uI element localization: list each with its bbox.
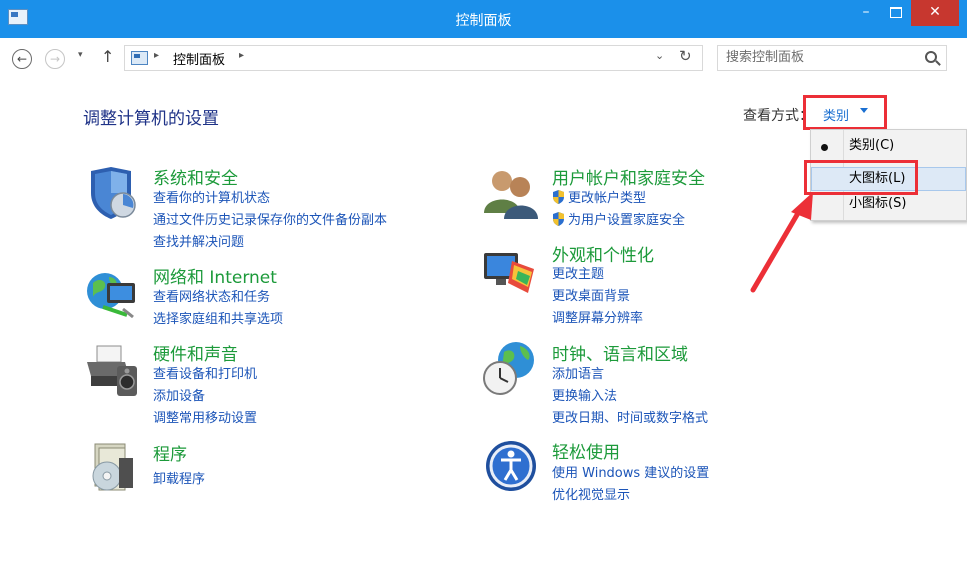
title-bar: 控制面板 – ✕ — [0, 0, 967, 38]
maximize-icon — [890, 6, 902, 18]
category-link[interactable]: 调整常用移动设置 — [153, 407, 257, 426]
category-title[interactable]: 系统和安全 — [153, 164, 238, 189]
category-link[interactable]: 更改帐户类型 — [552, 187, 646, 206]
printer-icon — [87, 345, 137, 396]
refresh-icon[interactable]: ↻ — [679, 47, 692, 65]
breadcrumb-separator-icon[interactable]: ▸ — [154, 50, 159, 61]
view-by-value: 类别 — [823, 109, 850, 124]
control-panel-icon — [131, 51, 148, 65]
menu-item-category[interactable]: 类别(C) — [811, 134, 966, 158]
category-link[interactable]: 选择家庭组和共享选项 — [153, 308, 283, 327]
clock-globe-icon — [483, 342, 534, 395]
category-title[interactable]: 时钟、语言和区域 — [552, 340, 688, 365]
category-title[interactable]: 轻松使用 — [552, 438, 620, 463]
network-icon — [87, 273, 135, 319]
up-button[interactable]: ↑ — [101, 47, 114, 66]
search-box[interactable] — [717, 45, 947, 71]
breadcrumb-separator-icon[interactable]: ▸ — [239, 50, 244, 61]
ease-of-access-icon — [486, 441, 536, 491]
category-link-text[interactable]: 为用户设置家庭安全 — [568, 213, 685, 228]
category-link[interactable]: 更改日期、时间或数字格式 — [552, 407, 708, 426]
view-by-dropdown[interactable]: 类别 — [803, 95, 887, 130]
address-dropdown-icon[interactable]: ⌄ — [655, 49, 664, 62]
search-input[interactable] — [726, 49, 916, 65]
navigation-bar: ← → ▾ ↑ ▸ 控制面板 ▸ ⌄ ↻ — [0, 38, 967, 78]
category-link[interactable]: 调整屏幕分辨率 — [552, 307, 643, 326]
close-button[interactable]: ✕ — [911, 0, 959, 26]
category-link[interactable]: 使用 Windows 建议的设置 — [552, 462, 709, 481]
category-link[interactable]: 添加语言 — [552, 363, 604, 382]
uac-shield-icon — [553, 212, 564, 226]
programs-icon — [92, 443, 133, 491]
category-link[interactable]: 为用户设置家庭安全 — [552, 209, 685, 228]
breadcrumb-control-panel[interactable]: 控制面板 — [173, 49, 225, 68]
category-link[interactable]: 查看网络状态和任务 — [153, 286, 270, 305]
shield-icon — [91, 167, 136, 219]
category-link[interactable]: 添加设备 — [153, 385, 205, 404]
annotation-arrow-icon — [750, 192, 813, 293]
category-link[interactable]: 查找并解决问题 — [153, 231, 244, 250]
address-bar[interactable]: ▸ 控制面板 ▸ ⌄ ↻ — [124, 45, 703, 71]
search-icon[interactable] — [925, 51, 937, 63]
category-link[interactable]: 卸载程序 — [153, 468, 205, 487]
minimize-button[interactable]: – — [851, 0, 881, 26]
category-link[interactable]: 查看你的计算机状态 — [153, 187, 270, 206]
category-title[interactable]: 程序 — [153, 440, 187, 465]
category-link[interactable]: 查看设备和打印机 — [153, 363, 257, 382]
uac-shield-icon — [553, 190, 564, 204]
page-title: 调整计算机的设置 — [83, 109, 219, 129]
back-button[interactable]: ← — [12, 49, 32, 69]
category-link-text[interactable]: 更改帐户类型 — [568, 191, 646, 206]
dropdown-arrow-icon — [860, 108, 868, 113]
category-link[interactable]: 优化视觉显示 — [552, 484, 630, 503]
category-title[interactable]: 网络和 Internet — [153, 263, 277, 288]
menu-item-label: 小图标(S) — [849, 196, 907, 211]
category-link[interactable]: 通过文件历史记录保存你的文件备份副本 — [153, 209, 387, 228]
maximize-button[interactable] — [881, 0, 911, 26]
category-title[interactable]: 用户帐户和家庭安全 — [552, 164, 705, 189]
category-link[interactable]: 更改主题 — [552, 263, 604, 282]
recent-locations-button[interactable]: ▾ — [78, 50, 83, 60]
category-title[interactable]: 硬件和声音 — [153, 340, 238, 365]
selected-bullet-icon — [821, 144, 828, 151]
menu-item-label: 类别(C) — [849, 138, 895, 153]
appearance-icon — [484, 253, 534, 293]
category-link[interactable]: 更改桌面背景 — [552, 285, 630, 304]
window-title: 控制面板 — [455, 13, 512, 29]
forward-button[interactable]: → — [45, 49, 65, 69]
users-icon — [484, 171, 538, 219]
category-link[interactable]: 更换输入法 — [552, 385, 617, 404]
